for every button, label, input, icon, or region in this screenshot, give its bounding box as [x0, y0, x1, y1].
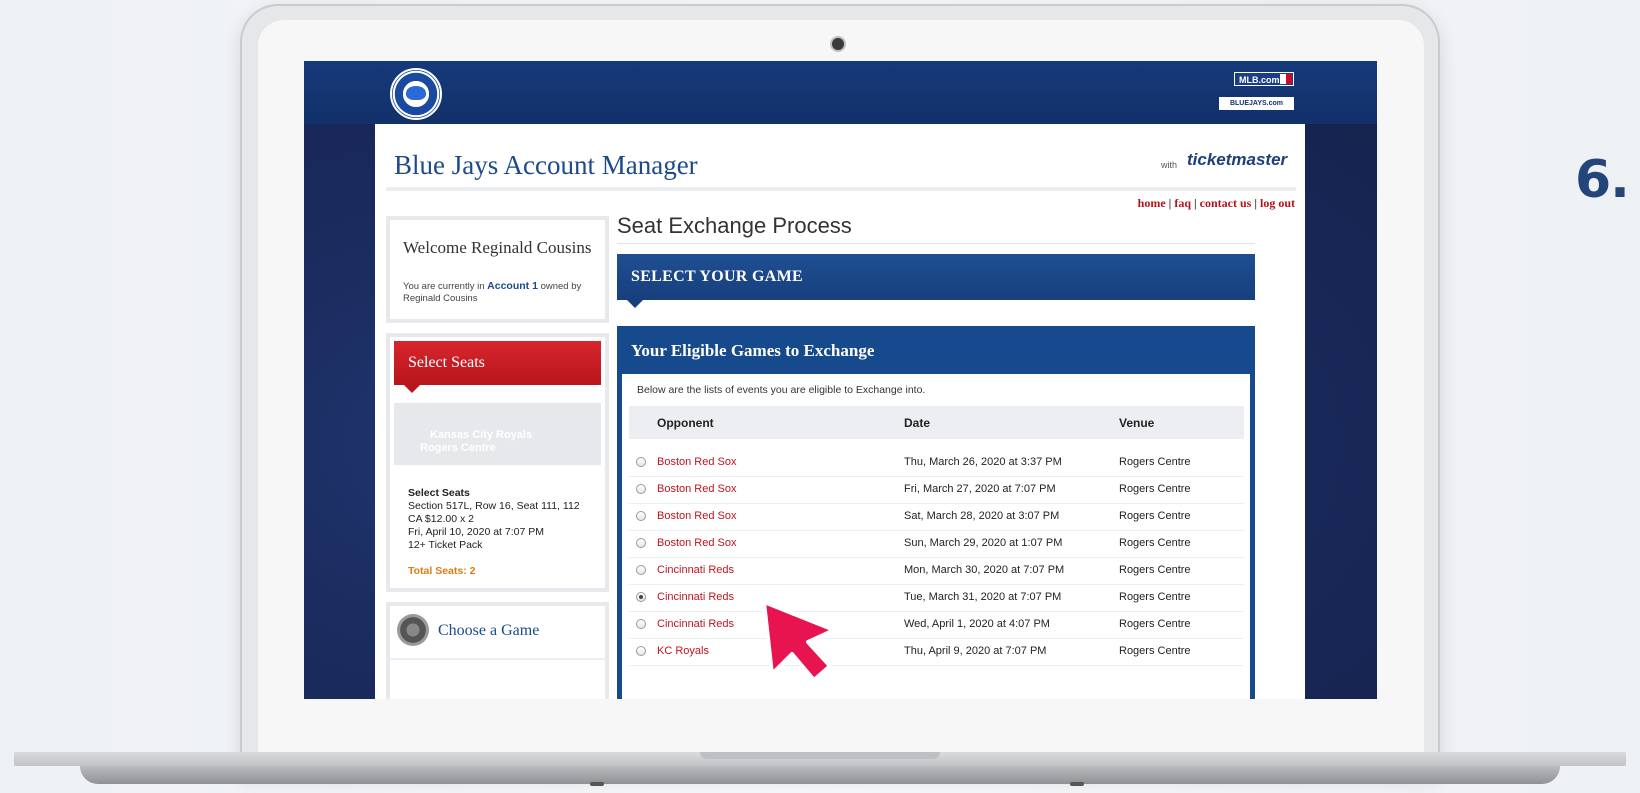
col-venue: Venue	[1119, 416, 1155, 430]
game-radio[interactable]	[636, 619, 646, 629]
seat-details: Select Seats Section 517L, Row 16, Seat …	[408, 487, 580, 551]
game-date: Sun, March 29, 2020 at 1:07 PM	[904, 537, 1063, 549]
table-row[interactable]: Cincinnati Reds Mon, March 30, 2020 at 7:…	[629, 557, 1244, 585]
game-radio[interactable]	[636, 484, 646, 494]
gear-icon	[400, 617, 426, 643]
game-date: Mon, March 30, 2020 at 7:07 PM	[904, 564, 1065, 576]
opponent-link[interactable]: Boston Red Sox	[657, 456, 737, 468]
game-date: Wed, April 1, 2020 at 4:07 PM	[904, 618, 1050, 630]
game-venue: Rogers Centre	[1119, 483, 1191, 495]
table-header: Opponent Date Venue	[629, 406, 1244, 439]
choose-game-card: Choose a Game	[386, 602, 609, 699]
game-venue: Rogers Centre	[1119, 645, 1191, 657]
opponent-link[interactable]: Boston Red Sox	[657, 483, 737, 495]
game-venue: Rogers Centre	[1119, 591, 1191, 603]
game-radio[interactable]	[636, 646, 646, 656]
select-seats-card: Select Seats Kansas City Royals Rogers C…	[386, 333, 609, 592]
col-date: Date	[904, 416, 931, 430]
laptop-base	[0, 752, 1640, 793]
page-title: Seat Exchange Process	[617, 213, 852, 238]
game-date: Thu, March 26, 2020 at 3:37 PM	[904, 456, 1062, 468]
game-radio[interactable]	[636, 592, 646, 602]
select-seats-header: Select Seats	[394, 341, 601, 385]
step-number: 6.	[1575, 150, 1630, 210]
site-banner: MLB.com BLUEJAYS.com	[304, 61, 1377, 124]
bluejays-link[interactable]: BLUEJAYS.com	[1219, 97, 1294, 110]
game-radio[interactable]	[636, 538, 646, 548]
game-date: Tue, March 31, 2020 at 7:07 PM	[904, 591, 1062, 603]
game-date: Sat, March 28, 2020 at 3:07 PM	[904, 510, 1060, 522]
app-title: Blue Jays Account Manager	[394, 150, 698, 180]
account-info: You are currently in Account 1 owned by …	[403, 280, 582, 304]
mlb-link[interactable]: MLB.com	[1234, 72, 1294, 86]
step-header: SELECT YOUR GAME	[617, 254, 1255, 300]
table-row[interactable]: Boston Red Sox Thu, March 26, 2020 at 3:3…	[629, 449, 1244, 477]
game-date: Fri, March 27, 2020 at 7:07 PM	[904, 483, 1056, 495]
total-seats: Total Seats: 2	[408, 565, 476, 577]
opponent-link[interactable]: Cincinnati Reds	[657, 618, 734, 630]
game-venue: Rogers Centre	[1119, 618, 1191, 630]
log-out-link[interactable]: log out	[1260, 196, 1295, 210]
divider	[617, 243, 1255, 244]
blue-jays-logo-icon[interactable]	[390, 68, 442, 120]
eligible-games-panel: Your Eligible Games to Exchange Below ar…	[617, 326, 1255, 699]
game-radio[interactable]	[636, 565, 646, 575]
table-row[interactable]: Cincinnati Reds Tue, March 31, 2020 at 7:…	[629, 584, 1244, 612]
col-opponent: Opponent	[657, 416, 714, 430]
top-nav: home | faq | contact us | log out	[1137, 196, 1295, 210]
step-pointer	[627, 300, 643, 308]
game-venue: Rogers Centre	[1119, 456, 1191, 468]
opponent-link[interactable]: Boston Red Sox	[657, 510, 737, 522]
pointer-cursor-icon	[762, 600, 836, 682]
opponent-link[interactable]: Boston Red Sox	[657, 537, 737, 549]
games-table: Below are the lists of events you are el…	[622, 374, 1250, 699]
account-link[interactable]: Account 1	[487, 280, 538, 292]
table-row[interactable]: Boston Red Sox Fri, March 27, 2020 at 7:0…	[629, 476, 1244, 504]
game-venue: Rogers Centre	[1119, 537, 1191, 549]
webcam-icon	[832, 38, 844, 50]
divider	[386, 187, 1296, 191]
game-venue: Rogers Centre	[1119, 510, 1191, 522]
opponent-link[interactable]: Cincinnati Reds	[657, 591, 734, 603]
opponent-link[interactable]: Cincinnati Reds	[657, 564, 734, 576]
panel-description: Below are the lists of events you are el…	[637, 384, 926, 396]
table-row[interactable]: Cincinnati Reds Wed, April 1, 2020 at 4:0…	[629, 611, 1244, 639]
choose-game-label: Choose a Game	[438, 622, 540, 639]
panel-title: Your Eligible Games to Exchange	[631, 341, 875, 360]
game-radio[interactable]	[636, 511, 646, 521]
welcome-heading: Welcome Reginald Cousins	[403, 238, 592, 257]
ticketmaster-logo: ticketmaster	[1187, 150, 1288, 169]
table-row[interactable]: Boston Red Sox Sat, March 28, 2020 at 3:0…	[629, 503, 1244, 531]
faq-link[interactable]: faq	[1174, 196, 1191, 210]
table-row[interactable]: KC Royals Thu, April 9, 2020 at 7:07 PM Ro…	[629, 638, 1244, 666]
game-radio[interactable]	[636, 457, 646, 467]
ticketmaster-with: with	[1161, 160, 1178, 170]
home-link[interactable]: home	[1138, 196, 1166, 210]
contact-us-link[interactable]: contact us	[1200, 196, 1252, 210]
game-date: Thu, April 9, 2020 at 7:07 PM	[904, 645, 1047, 657]
header-pointer	[404, 385, 420, 393]
current-game-box: Kansas City Royals Rogers Centre	[394, 403, 601, 465]
game-venue: Rogers Centre	[1119, 564, 1191, 576]
opponent-link[interactable]: KC Royals	[657, 645, 709, 657]
table-row[interactable]: Boston Red Sox Sun, March 29, 2020 at 1:0…	[629, 530, 1244, 558]
welcome-card: Welcome Reginald Cousins You are current…	[386, 216, 609, 323]
